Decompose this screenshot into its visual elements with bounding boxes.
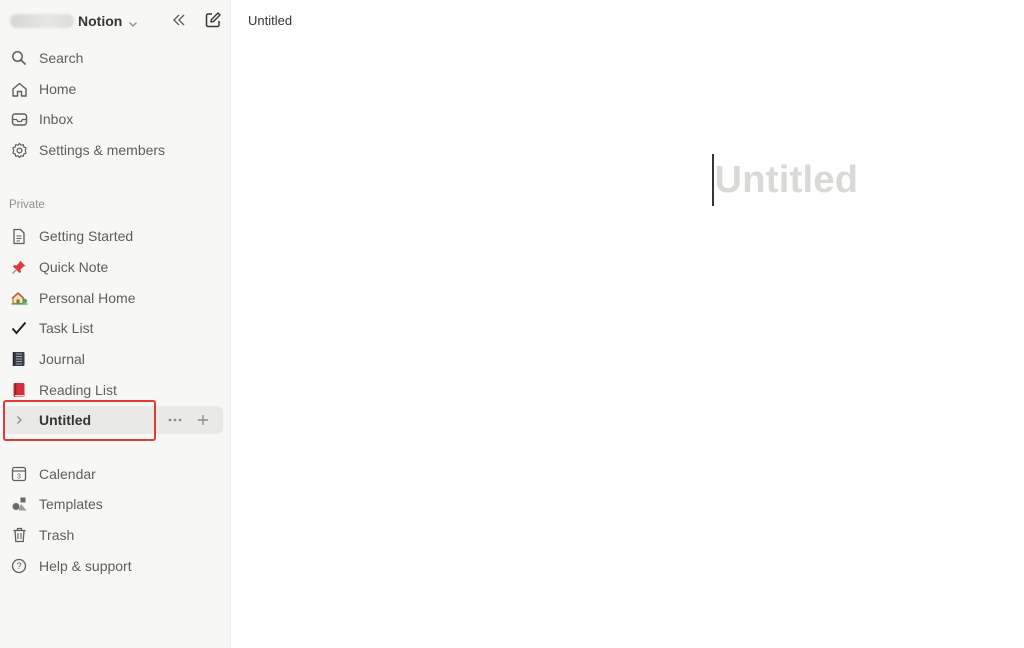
new-page-button[interactable] xyxy=(203,10,223,30)
sidebar-item-label: Untitled xyxy=(39,412,92,428)
workspace-switcher[interactable]: Notion xyxy=(8,8,223,34)
sidebar-item-label: Personal Home xyxy=(39,290,136,306)
sidebar-item-quick-note[interactable]: Quick Note xyxy=(4,253,223,281)
sidebar-item-help[interactable]: ? Help & support xyxy=(4,552,223,580)
compose-icon xyxy=(205,12,221,28)
text-caret xyxy=(712,154,714,206)
more-dots-icon xyxy=(168,418,182,422)
sidebar-item-task-list[interactable]: Task List xyxy=(4,314,223,342)
page-title-input[interactable]: Untitled xyxy=(712,154,858,206)
sidebar-item-templates[interactable]: Templates xyxy=(4,490,223,518)
house-garden-icon xyxy=(10,289,28,307)
chevron-down-icon xyxy=(128,16,138,27)
breadcrumb[interactable]: Untitled xyxy=(248,13,292,28)
sidebar-item-label: Inbox xyxy=(39,111,74,127)
red-book-icon xyxy=(10,381,28,399)
sidebar-item-label: Home xyxy=(39,81,77,97)
section-label-private: Private xyxy=(9,199,45,211)
sidebar-item-journal[interactable]: Journal xyxy=(4,345,223,373)
workspace-name: Notion xyxy=(78,13,123,29)
row-actions xyxy=(167,412,211,428)
sidebar-item-getting-started[interactable]: Getting Started xyxy=(4,222,223,250)
calendar-icon-number: 3 xyxy=(17,474,21,481)
page-title-placeholder: Untitled xyxy=(714,158,859,201)
gear-icon xyxy=(10,141,28,159)
sidebar-item-home[interactable]: Home xyxy=(4,75,223,103)
pushpin-icon xyxy=(10,258,28,276)
sidebar-item-label: Calendar xyxy=(39,466,96,482)
sidebar-item-search[interactable]: Search xyxy=(4,44,223,72)
sidebar-item-inbox[interactable]: Inbox xyxy=(4,105,223,133)
page-icon xyxy=(10,227,28,245)
inbox-icon xyxy=(10,110,28,128)
sidebar-item-settings[interactable]: Settings & members xyxy=(4,136,223,164)
calendar-icon: 3 xyxy=(10,465,28,483)
sidebar-item-label: Getting Started xyxy=(39,228,134,244)
sidebar-item-label: Journal xyxy=(39,351,85,367)
help-icon: ? xyxy=(10,557,28,575)
add-subpage-button[interactable] xyxy=(195,412,211,428)
sidebar-item-personal-home[interactable]: Personal Home xyxy=(4,284,223,312)
double-chevron-left-icon xyxy=(173,14,185,26)
trash-icon xyxy=(10,526,28,544)
sidebar-item-reading-list[interactable]: Reading List xyxy=(4,376,223,404)
sidebar-item-label: Quick Note xyxy=(39,259,109,275)
sidebar-item-label: Task List xyxy=(39,320,94,336)
collapse-sidebar-button[interactable] xyxy=(169,10,189,30)
checkmark-icon xyxy=(10,319,28,337)
sidebar-item-trash[interactable]: Trash xyxy=(4,521,223,549)
sidebar: Notion Search Home Inbox Settings & memb… xyxy=(0,0,231,648)
svg-text:?: ? xyxy=(16,561,21,571)
sidebar-item-label: Search xyxy=(39,50,84,66)
home-icon xyxy=(10,80,28,98)
notebook-icon xyxy=(10,350,28,368)
plus-icon xyxy=(198,415,208,425)
templates-icon xyxy=(10,495,28,513)
sidebar-item-label: Help & support xyxy=(39,558,132,574)
chevron-right-icon[interactable] xyxy=(10,411,28,429)
sidebar-item-label: Settings & members xyxy=(39,142,166,158)
more-options-button[interactable] xyxy=(167,412,183,428)
sidebar-item-calendar[interactable]: 3 Calendar xyxy=(4,460,223,488)
sidebar-item-label: Trash xyxy=(39,527,75,543)
workspace-avatar-blurred xyxy=(10,14,74,28)
search-icon xyxy=(10,49,28,67)
sidebar-item-label: Templates xyxy=(39,496,103,512)
sidebar-item-label: Reading List xyxy=(39,382,117,398)
